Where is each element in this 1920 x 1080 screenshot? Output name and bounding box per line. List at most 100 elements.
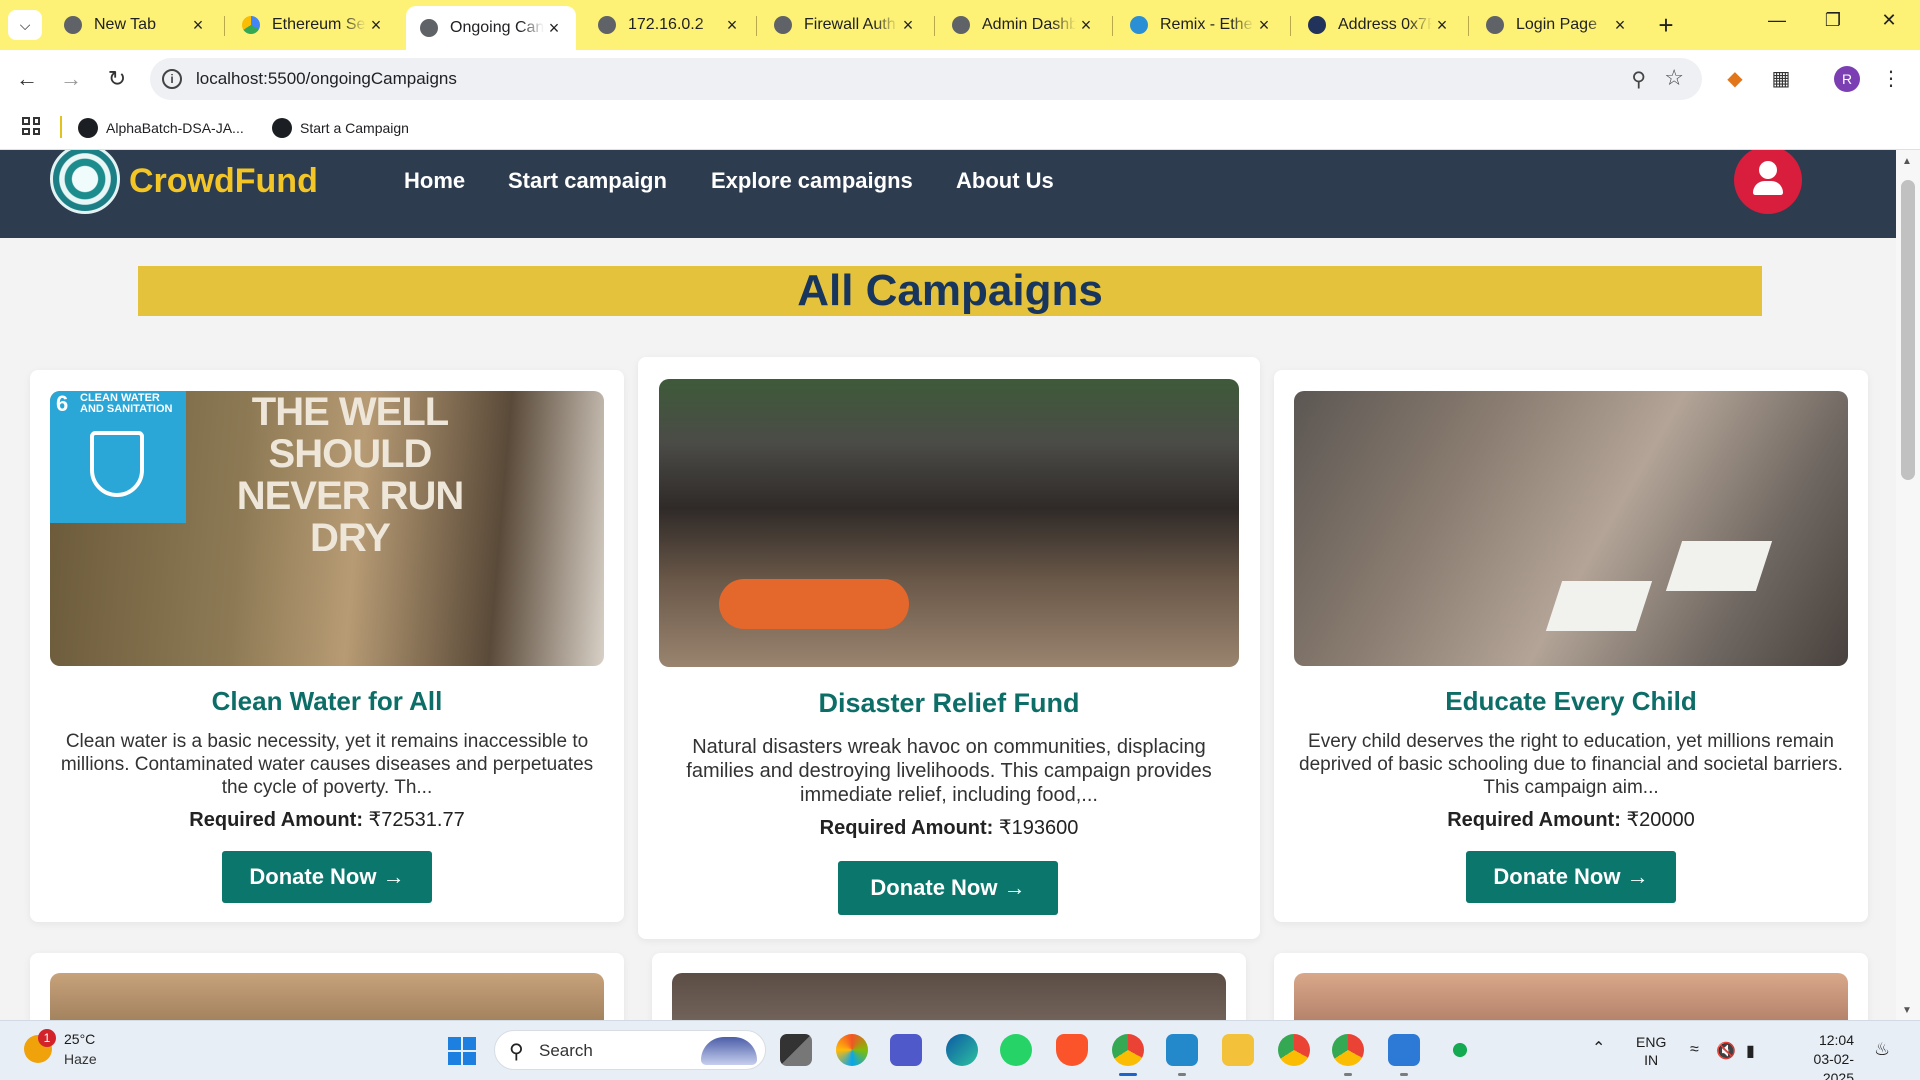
campaign-image xyxy=(50,973,604,1020)
nav-start-campaign[interactable]: Start campaign xyxy=(508,168,667,194)
reload-icon[interactable]: ↻ xyxy=(102,64,132,94)
remix-icon xyxy=(1130,16,1148,34)
weather-temperature[interactable]: 25°C xyxy=(64,1031,95,1047)
tab-divider xyxy=(1468,16,1469,36)
close-icon[interactable]: × xyxy=(1254,15,1274,36)
taskbar-search[interactable]: ⚲ Search xyxy=(494,1030,766,1070)
menu-icon[interactable]: ⋮ xyxy=(1876,64,1906,94)
bookmarks-bar: AlphaBatch-DSA-JA... Start a Campaign xyxy=(0,108,1920,150)
tab-172-16-0-2[interactable]: 172.16.0.2 × xyxy=(584,6,754,44)
system-clock[interactable]: 12:04 03-02-2025 xyxy=(1784,1031,1854,1080)
apps-icon[interactable] xyxy=(22,117,40,135)
chrome-profile-icon[interactable] xyxy=(1332,1034,1364,1066)
chrome-icon[interactable] xyxy=(1112,1034,1144,1066)
edge-icon[interactable] xyxy=(946,1034,978,1066)
close-icon[interactable]: × xyxy=(1432,15,1452,36)
restore-button[interactable]: ❐ xyxy=(1818,10,1848,31)
tab-ethereum[interactable]: Ethereum Sep × xyxy=(228,6,398,44)
close-window-button[interactable]: ✕ xyxy=(1874,10,1904,31)
donate-button[interactable]: Donate Now → xyxy=(838,861,1058,915)
notepad-icon[interactable] xyxy=(1388,1034,1420,1066)
site-navbar: CrowdFund Home Start campaign Explore ca… xyxy=(0,150,1896,238)
url-text[interactable]: localhost:5500/ongoingCampaigns xyxy=(196,69,457,89)
close-icon[interactable]: × xyxy=(544,18,564,39)
chevron-up-icon[interactable]: ⌃ xyxy=(1592,1038,1605,1058)
globe-icon xyxy=(1486,16,1504,34)
tab-firewall-auth[interactable]: Firewall Auth × xyxy=(760,6,930,44)
back-icon[interactable]: ← xyxy=(12,64,42,94)
tab-remix[interactable]: Remix - Ether × xyxy=(1116,6,1286,44)
volume-muted-icon[interactable]: 🔇 xyxy=(1716,1041,1736,1061)
info-icon[interactable]: i xyxy=(162,69,182,89)
tab-search-button[interactable]: ⌵ xyxy=(8,10,42,40)
teams-icon[interactable] xyxy=(890,1034,922,1066)
weather-badge: 1 xyxy=(38,1029,56,1047)
zoom-icon[interactable]: ⚲ xyxy=(1631,67,1646,92)
weather-condition[interactable]: Haze xyxy=(64,1051,97,1067)
bell-icon[interactable]: ♨ xyxy=(1874,1039,1890,1060)
close-icon[interactable]: × xyxy=(898,15,918,36)
campaign-image-disaster-relief xyxy=(659,379,1239,667)
donate-button[interactable]: Donate Now → xyxy=(1466,851,1676,903)
campaign-image-educate-child xyxy=(1294,391,1848,666)
globe-icon xyxy=(952,16,970,34)
battery-icon[interactable]: ▮ xyxy=(1746,1041,1755,1061)
logo-icon[interactable] xyxy=(50,150,120,214)
nav-home[interactable]: Home xyxy=(404,168,465,194)
tab-strip: ⌵ New Tab × Ethereum Sep × Ongoing Can ×… xyxy=(0,0,1920,50)
task-view-icon[interactable] xyxy=(780,1034,812,1066)
brand-name[interactable]: CrowdFund xyxy=(129,162,318,201)
user-icon[interactable] xyxy=(1734,150,1802,214)
star-icon[interactable]: ☆ xyxy=(1664,65,1684,91)
tab-divider xyxy=(1290,16,1291,36)
chrome-profile-icon[interactable] xyxy=(1278,1034,1310,1066)
close-icon[interactable]: × xyxy=(1076,15,1096,36)
nav-about-us[interactable]: About Us xyxy=(956,168,1054,194)
extensions-icon[interactable]: ▦ xyxy=(1766,64,1796,94)
whatsapp-icon[interactable] xyxy=(1000,1034,1032,1066)
tab-new-tab[interactable]: New Tab × xyxy=(50,6,220,44)
campaign-card xyxy=(652,953,1246,1020)
metamask-icon[interactable]: ◆ xyxy=(1720,64,1750,94)
campaign-card xyxy=(30,953,624,1020)
close-icon[interactable]: × xyxy=(722,15,742,36)
campaign-description: Every child deserves the right to educat… xyxy=(1299,731,1843,798)
copilot-icon[interactable] xyxy=(836,1034,868,1066)
page-scrollbar[interactable]: ▲ ▼ xyxy=(1896,150,1920,1020)
running-indicator xyxy=(1178,1073,1186,1076)
close-icon[interactable]: × xyxy=(1610,15,1630,36)
file-explorer-icon[interactable] xyxy=(1222,1034,1254,1066)
vscode-icon[interactable] xyxy=(1166,1034,1198,1066)
image-slogan: THE WELL SHOULD NEVER RUN DRY xyxy=(236,391,465,560)
bookmark-alphabatch[interactable]: AlphaBatch-DSA-JA... xyxy=(78,118,244,138)
tab-ongoing-campaigns[interactable]: Ongoing Can × xyxy=(406,6,576,50)
running-indicator xyxy=(1119,1073,1137,1076)
profile-avatar[interactable]: R xyxy=(1834,66,1860,92)
forward-icon[interactable]: → xyxy=(56,64,86,94)
close-icon[interactable]: × xyxy=(366,15,386,36)
tab-divider xyxy=(224,16,225,36)
new-tab-button[interactable]: + xyxy=(1652,12,1680,38)
campaign-title: Disaster Relief Fund xyxy=(818,688,1080,718)
bookmark-start-campaign[interactable]: Start a Campaign xyxy=(272,118,409,138)
donate-button[interactable]: Donate Now → xyxy=(222,851,432,903)
windows-icon[interactable] xyxy=(448,1037,476,1065)
search-icon: ⚲ xyxy=(509,1041,524,1063)
nav-explore-campaigns[interactable]: Explore campaigns xyxy=(711,168,913,194)
scrollbar-thumb[interactable] xyxy=(1901,180,1915,480)
brave-icon[interactable] xyxy=(1056,1034,1088,1066)
language-indicator[interactable]: ENG IN xyxy=(1636,1033,1666,1069)
tab-address[interactable]: Address 0x7F × xyxy=(1294,6,1464,44)
tab-login-page[interactable]: Login Page × xyxy=(1472,6,1642,44)
mongodb-icon[interactable] xyxy=(1444,1034,1476,1066)
scroll-down-icon[interactable]: ▼ xyxy=(1902,1005,1912,1016)
wifi-icon[interactable]: ≈ xyxy=(1690,1041,1699,1059)
globe-icon xyxy=(272,118,292,138)
address-bar[interactable]: i localhost:5500/ongoingCampaigns ⚲ ☆ xyxy=(150,58,1702,100)
globe-icon xyxy=(420,19,438,37)
close-icon[interactable]: × xyxy=(188,15,208,36)
tab-admin-dashboard[interactable]: Admin Dashb × xyxy=(938,6,1108,44)
scroll-up-icon[interactable]: ▲ xyxy=(1902,156,1912,167)
drive-icon xyxy=(242,16,260,34)
minimize-button[interactable]: — xyxy=(1762,10,1792,31)
